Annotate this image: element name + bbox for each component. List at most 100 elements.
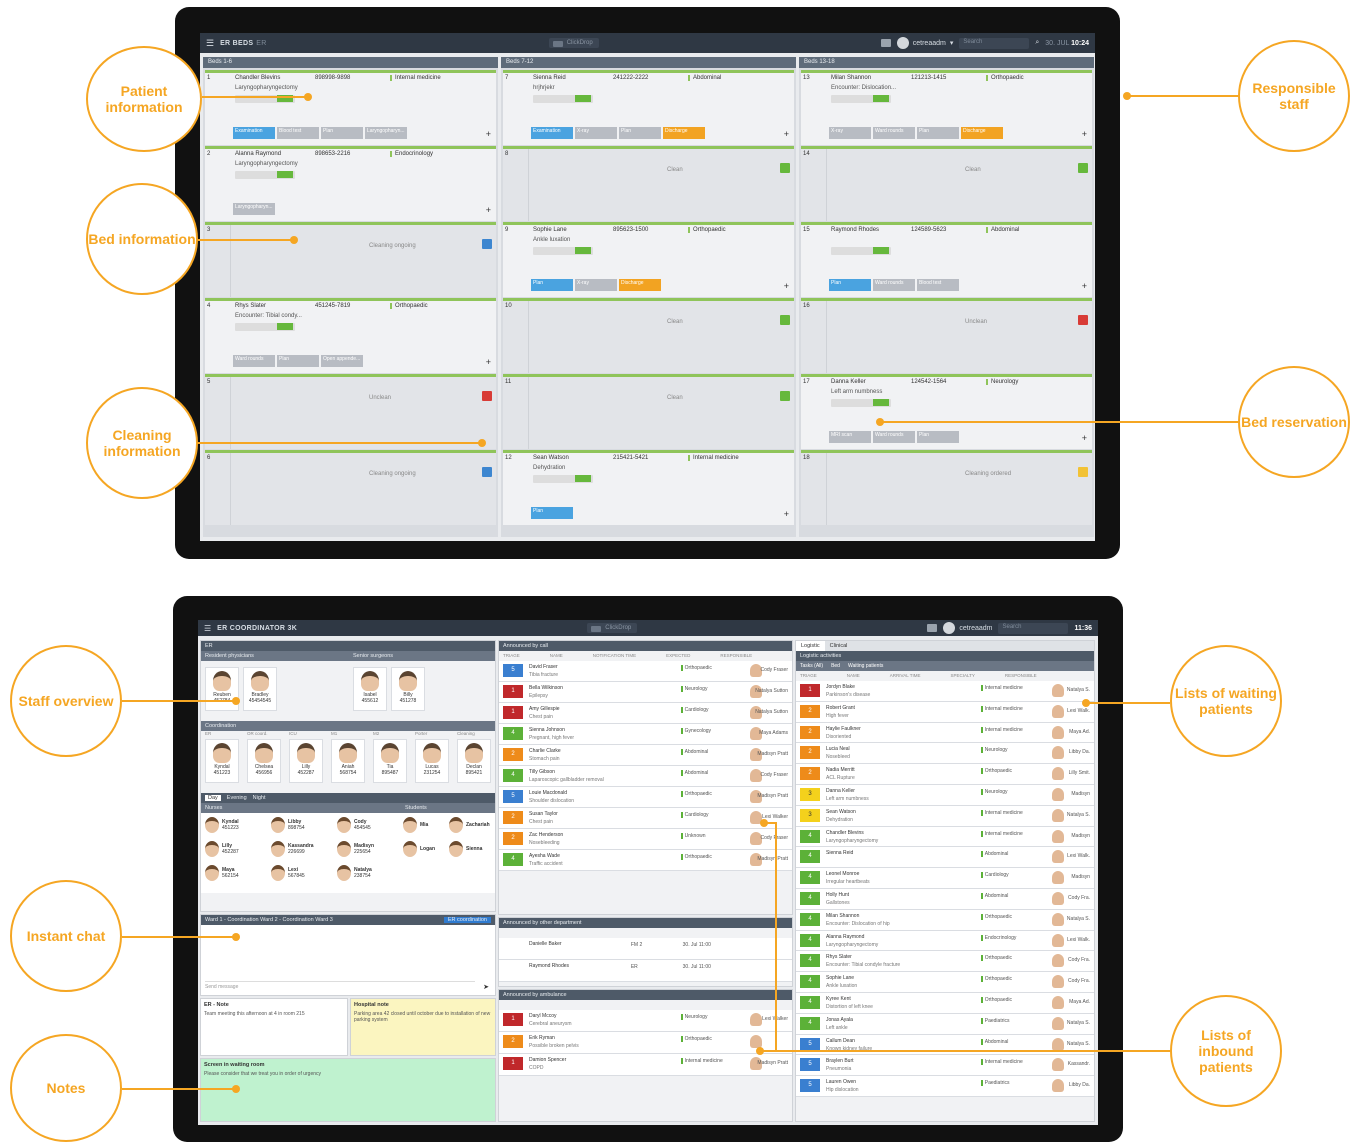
staff-card[interactable]: Billy 451278 — [391, 667, 425, 711]
column-header[interactable]: NAME — [550, 653, 563, 659]
staff-card[interactable]: Chelsea 456956 — [247, 739, 281, 783]
column-header[interactable]: TRIAGE — [503, 653, 520, 659]
bed-card[interactable]: 12 Sean Watson 215421-5421 Internal medicin… — [503, 450, 794, 525]
nurse-item[interactable]: Kyndal 451223 — [205, 817, 239, 833]
send-icon[interactable]: ➤ — [483, 983, 489, 991]
add-task-button[interactable]: + — [486, 129, 491, 139]
nurse-item[interactable]: Libby 898754 — [271, 817, 305, 833]
column-header[interactable]: RESPONSIBLE — [1005, 673, 1037, 679]
task-chip[interactable]: Ward rounds — [873, 127, 915, 139]
chat-input[interactable]: Send message — [205, 981, 475, 991]
task-chip[interactable]: Laryngopharyn... — [233, 203, 275, 215]
tab-tasks-all[interactable]: Tasks (All) — [800, 663, 823, 669]
bed-card[interactable]: 8 Clean — [503, 146, 794, 221]
list-item[interactable]: 4 Alanna Raymond Laryngopharyngectomy Endoc… — [796, 930, 1094, 952]
column-header[interactable]: NOTIFICATION TIME — [593, 653, 636, 659]
list-item[interactable]: 2 Susan Taylor Chest pain Cardiology Lexi Wa… — [499, 808, 792, 829]
column-header[interactable]: NAME — [847, 673, 860, 679]
cleaning-status-icon[interactable] — [780, 163, 790, 173]
list-item[interactable]: 4 Milan Shannon Encounter: Dislocation of … — [796, 909, 1094, 931]
student-item[interactable]: Zachariah — [449, 817, 490, 833]
list-item[interactable]: 4 Ayesha Wade Traffic accident Orthopaedic M… — [499, 850, 792, 871]
student-item[interactable]: Logan — [403, 841, 435, 857]
list-item[interactable]: Raymond Rhodes ER 30. Jul 11:00 — [499, 960, 792, 982]
add-task-button[interactable]: + — [1082, 281, 1087, 291]
list-item[interactable]: 2 Charlie Clarke Stomach pain Abdominal Madi… — [499, 745, 792, 766]
nurse-item[interactable]: Kassandra 226699 — [271, 841, 314, 857]
list-item[interactable]: 4 Sienna Reid Abdominal Lexi Walk. — [796, 847, 1094, 869]
task-chip[interactable]: Plan — [829, 279, 871, 291]
search-input[interactable]: Search — [998, 622, 1069, 634]
task-chip[interactable]: Ward rounds — [233, 355, 275, 367]
column-header[interactable]: TRIAGE — [800, 673, 817, 679]
bed-card[interactable]: 5 Unclean — [205, 374, 496, 449]
task-chip[interactable]: Examination — [233, 127, 275, 139]
list-item[interactable]: 2 Erik Ryman Possible broken pelvis Orthopa… — [499, 1032, 792, 1054]
bed-card[interactable]: 17 Danna Keller 124542-1564 Neurology Left a… — [801, 374, 1092, 449]
bed-card[interactable]: 2 Alanna Raymond 898653-2216 Endocrinology L… — [205, 146, 496, 221]
nurse-item[interactable]: Lilly 452287 — [205, 841, 239, 857]
column-header[interactable]: EXPECTED — [666, 653, 690, 659]
task-chip[interactable]: Plan — [531, 507, 573, 519]
cleaning-status-icon[interactable] — [482, 239, 492, 249]
list-item[interactable]: 3 Danna Keller Left arm numbness Neurology M… — [796, 784, 1094, 806]
chat-tabs[interactable]: Ward 1 - Coordination Ward 2 - Coordinat… — [201, 915, 495, 925]
tab-evening[interactable]: Evening — [227, 795, 247, 801]
column-header[interactable]: SPECIALTY — [950, 673, 974, 679]
task-chip[interactable]: Discharge — [619, 279, 661, 291]
bed-card[interactable]: 14 Clean — [801, 146, 1092, 221]
tab-waiting-patients[interactable]: Waiting patients — [848, 663, 883, 669]
bed-card[interactable]: 4 Rhys Slater 451245-7819 Orthopaedic Encoun… — [205, 298, 496, 373]
add-task-button[interactable]: + — [1082, 433, 1087, 443]
cleaning-status-icon[interactable] — [1078, 163, 1088, 173]
list-item[interactable]: 1 Damion Spencer COPD Internal medicine Madi… — [499, 1054, 792, 1076]
list-item[interactable]: 1 Amy Gillespie Chest pain Cardiology Nataly… — [499, 703, 792, 724]
nurse-item[interactable]: Madisyn 225654 — [337, 841, 374, 857]
clickdrop-button[interactable]: ClickDrop — [548, 38, 599, 48]
cleaning-status-icon[interactable] — [482, 391, 492, 401]
tab-logistic[interactable]: Logistic — [796, 641, 825, 651]
menu-icon[interactable]: ☰ — [204, 624, 211, 633]
task-chip[interactable]: Plan — [619, 127, 661, 139]
staff-card[interactable]: Aniah 568754 — [331, 739, 365, 783]
list-item[interactable]: 4 Sophie Lane Ankle luxation Orthopaedic Cod… — [796, 972, 1094, 993]
list-item[interactable]: 2 Robert Grant High fever Internal medicine… — [796, 701, 1094, 723]
list-item[interactable]: 2 Lucia Neal Nosebleed Neurology Libby Da. — [796, 743, 1094, 765]
staff-card[interactable]: Tia 895487 — [373, 739, 407, 783]
bed-card[interactable]: 1 Chandler Blevins 898998-9898 Internal med… — [205, 70, 496, 145]
bed-card[interactable]: 9 Sophie Lane 895623-1500 Orthopaedic Ankle … — [503, 222, 794, 297]
list-item[interactable]: 4 Sienna Johnson Pregnant, high fever Gynec… — [499, 724, 792, 745]
tab-clinical[interactable]: Clinical — [825, 641, 853, 651]
bed-card[interactable]: 16 Unclean — [801, 298, 1092, 373]
task-chip[interactable]: X-ray — [829, 127, 871, 139]
task-chip[interactable]: Plan — [917, 127, 959, 139]
cleaning-status-icon[interactable] — [1078, 467, 1088, 477]
bed-card[interactable]: 15 Raymond Rhodes 124589-5623 Abdominal Plan… — [801, 222, 1092, 297]
cleaning-status-icon[interactable] — [780, 391, 790, 401]
nurse-item[interactable]: Lexi 567845 — [271, 865, 305, 881]
add-task-button[interactable]: + — [1082, 129, 1087, 139]
staff-card[interactable]: Kyndal 451223 — [205, 739, 239, 783]
staff-card[interactable]: Lucas 231254 — [415, 739, 449, 783]
list-item[interactable]: 4 Leonel Monroe Irregular heartbeats Cardio… — [796, 868, 1094, 889]
cleaning-status-icon[interactable] — [1078, 315, 1088, 325]
chat-icon[interactable] — [880, 39, 891, 47]
search-icon[interactable]: ⌕ — [1035, 39, 1039, 47]
bed-card[interactable]: 11 Clean — [503, 374, 794, 449]
bed-card[interactable]: 7 Sienna Reid 241222-2222 Abdominal hrjhrjek… — [503, 70, 794, 145]
list-item[interactable]: 5 Callum Dean Known kidney failure Abdomina… — [796, 1034, 1094, 1056]
list-item[interactable]: 2 Nadia Merritt ACL Rupture Orthopaedic Lill… — [796, 764, 1094, 785]
task-chip[interactable]: MRI scan — [829, 431, 871, 443]
chat-icon[interactable] — [927, 624, 938, 632]
list-item[interactable]: 4 Tilly Gibson Laparoscopic gallbladder re… — [499, 766, 792, 787]
student-item[interactable]: Mia — [403, 817, 428, 833]
task-chip[interactable]: Examination — [531, 127, 573, 139]
task-chip[interactable]: Plan — [321, 127, 363, 139]
task-chip[interactable]: Plan — [277, 355, 319, 367]
task-chip[interactable]: Laryngopharyn... — [365, 127, 407, 139]
staff-card[interactable]: Declan 895421 — [457, 739, 491, 783]
search-input[interactable]: Search — [959, 37, 1030, 49]
clickdrop-button[interactable]: ClickDrop — [587, 623, 638, 633]
tab-day[interactable]: Day — [205, 795, 221, 801]
list-item[interactable]: 2 Zac Henderson Nosebleeding Unknown Cody Fr… — [499, 829, 792, 850]
